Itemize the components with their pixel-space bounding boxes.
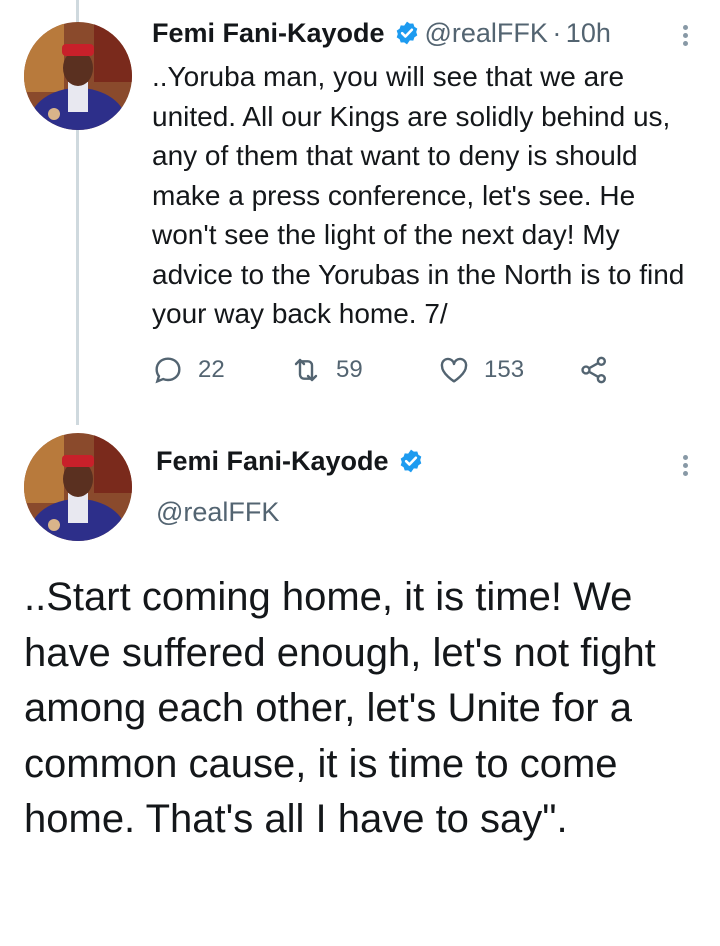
reply-button[interactable]: 22 <box>152 348 225 392</box>
tweet1-text: ..Yoruba man, you will see that we are u… <box>152 61 685 329</box>
handle[interactable]: @realFFK <box>424 18 547 48</box>
verified-badge-icon <box>400 449 422 473</box>
avatar[interactable] <box>24 22 132 130</box>
retweet-icon <box>294 358 318 382</box>
share-button[interactable] <box>578 348 624 392</box>
tweet1-action-bar: 22 59 153 <box>152 348 622 392</box>
reply-icon <box>155 357 181 384</box>
time-separator: · <box>552 18 562 48</box>
verified-badge-icon <box>396 21 418 45</box>
tweet1-header: Femi Fani-Kayode @realFFK · 10h <box>152 18 611 49</box>
retweet-count: 59 <box>336 356 363 383</box>
timestamp[interactable]: 10h <box>566 18 611 48</box>
reply-count: 22 <box>198 356 225 383</box>
display-name[interactable]: Femi Fani-Kayode <box>152 18 385 48</box>
like-button[interactable]: 153 <box>438 348 524 392</box>
tweet2-name-row: Femi Fani-Kayode <box>156 446 424 477</box>
share-icon <box>581 356 606 384</box>
avatar[interactable] <box>24 433 132 541</box>
tweet2-text: ..Start coming home, it is time! We have… <box>24 575 656 841</box>
more-options-icon[interactable] <box>680 22 690 49</box>
like-icon <box>440 357 468 383</box>
handle[interactable]: @realFFK <box>156 497 279 528</box>
display-name[interactable]: Femi Fani-Kayode <box>156 446 389 476</box>
retweet-button[interactable]: 59 <box>290 348 363 392</box>
like-count: 153 <box>484 356 525 383</box>
more-options-icon[interactable] <box>680 452 690 479</box>
